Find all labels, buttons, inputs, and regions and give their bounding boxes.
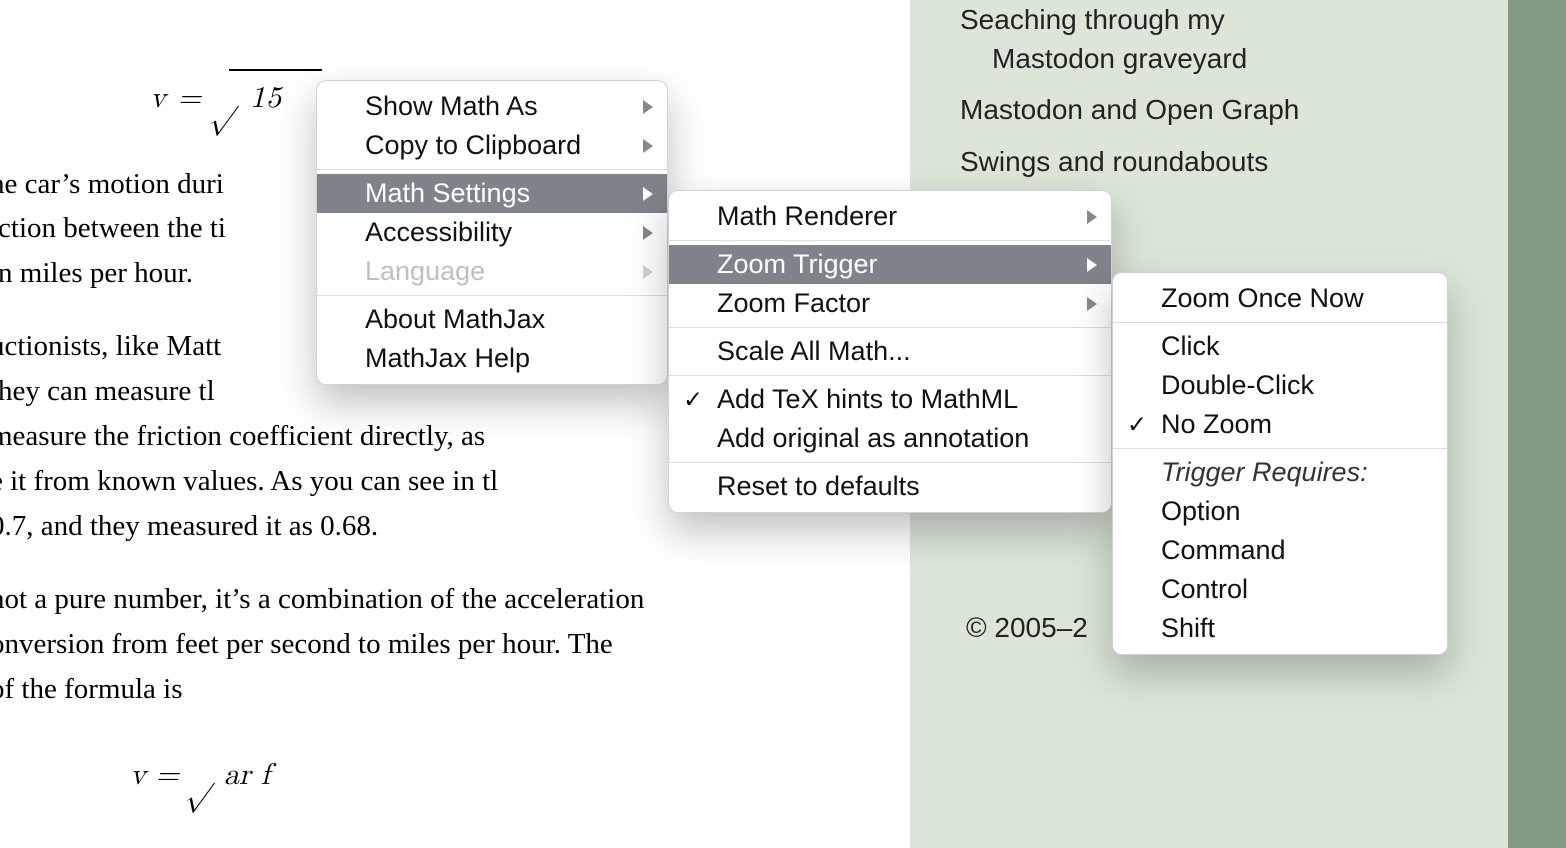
menu-item-tex-hints[interactable]: ✓ Add TeX hints to MathML <box>669 380 1111 419</box>
menu-divider <box>317 295 667 296</box>
menu-item-language[interactable]: Language <box>317 252 667 291</box>
menu-item-math-renderer[interactable]: Math Renderer <box>669 197 1111 236</box>
menu-item-zoom-trigger[interactable]: Zoom Trigger <box>669 245 1111 284</box>
article-paragraph: not a pure number, it’s a combination of… <box>0 577 900 712</box>
chevron-right-icon <box>643 226 653 240</box>
chevron-right-icon <box>643 265 653 279</box>
menu-item-accessibility[interactable]: Accessibility <box>317 213 667 252</box>
menu-item-click[interactable]: Click <box>1113 327 1447 366</box>
menu-item-zoom-once-now[interactable]: Zoom Once Now <box>1113 279 1447 318</box>
chevron-right-icon <box>643 100 653 114</box>
sidebar-accent-stripe <box>1508 0 1566 848</box>
menu-item-control-modifier[interactable]: Control <box>1113 570 1447 609</box>
chevron-right-icon <box>1087 297 1097 311</box>
chevron-right-icon <box>1087 210 1097 224</box>
check-icon: ✓ <box>683 385 703 414</box>
menu-divider <box>669 462 1111 463</box>
menu-item-scale-all-math[interactable]: Scale All Math... <box>669 332 1111 371</box>
menu-divider <box>1113 448 1447 449</box>
menu-divider <box>669 240 1111 241</box>
sidebar-link-list: Seaching through my Mastodon graveyard M… <box>960 0 1490 181</box>
menu-item-copy-to-clipboard[interactable]: Copy to Clipboard <box>317 126 667 165</box>
copyright-text: © 2005–2 <box>966 612 1088 644</box>
chevron-right-icon <box>643 139 653 153</box>
math-settings-submenu[interactable]: Math Renderer Zoom Trigger Zoom Factor S… <box>668 190 1112 513</box>
zoom-trigger-submenu[interactable]: Zoom Once Now Click Double-Click ✓ No Zo… <box>1112 272 1448 655</box>
sidebar-link[interactable]: Swings and roundabouts <box>960 142 1490 181</box>
menu-item-add-original-annotation[interactable]: Add original as annotation <box>669 419 1111 458</box>
chevron-right-icon <box>1087 258 1097 272</box>
menu-item-double-click[interactable]: Double-Click <box>1113 366 1447 405</box>
menu-item-shift-modifier[interactable]: Shift <box>1113 609 1447 648</box>
menu-item-zoom-factor[interactable]: Zoom Factor <box>669 284 1111 323</box>
mathjax-context-menu[interactable]: Show Math As Copy to Clipboard Math Sett… <box>316 80 668 385</box>
menu-divider <box>317 169 667 170</box>
menu-item-math-settings[interactable]: Math Settings <box>317 174 667 213</box>
menu-divider <box>669 375 1111 376</box>
menu-item-show-math-as[interactable]: Show Math As <box>317 87 667 126</box>
menu-item-no-zoom[interactable]: ✓ No Zoom <box>1113 405 1447 444</box>
menu-divider <box>669 327 1111 328</box>
menu-item-reset-defaults[interactable]: Reset to defaults <box>669 467 1111 506</box>
formula-v-eq-sqrt-arf[interactable]: v = √ ar f <box>130 752 900 799</box>
menu-item-option-modifier[interactable]: Option <box>1113 492 1447 531</box>
menu-item-about-mathjax[interactable]: About MathJax <box>317 300 667 339</box>
menu-item-mathjax-help[interactable]: MathJax Help <box>317 339 667 378</box>
menu-item-command-modifier[interactable]: Command <box>1113 531 1447 570</box>
check-icon: ✓ <box>1127 410 1147 439</box>
sidebar-link[interactable]: Mastodon and Open Graph <box>960 90 1490 129</box>
menu-divider <box>1113 322 1447 323</box>
menu-section-label-trigger-requires: Trigger Requires: <box>1113 453 1447 492</box>
sidebar-link[interactable]: Seaching through my Mastodon graveyard <box>960 0 1490 78</box>
chevron-right-icon <box>643 187 653 201</box>
